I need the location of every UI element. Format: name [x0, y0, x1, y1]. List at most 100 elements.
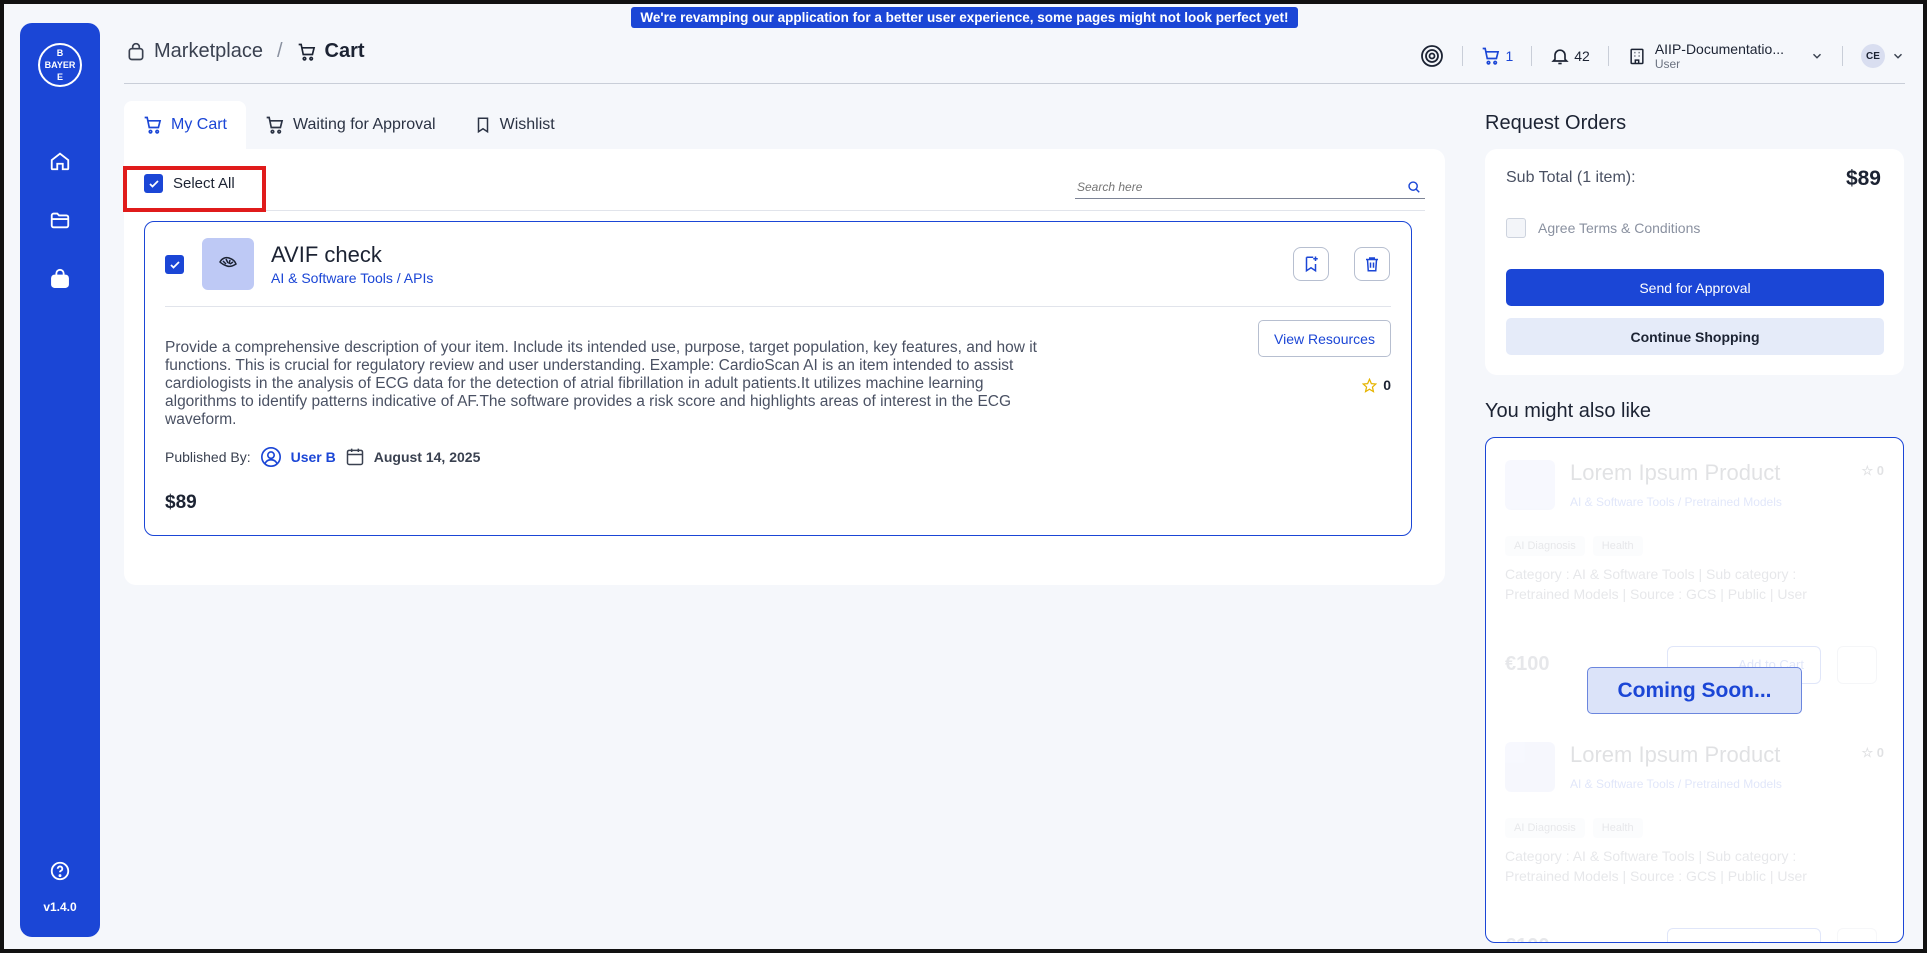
breadcrumb-separator: / — [276, 40, 283, 62]
tab-wishlist[interactable]: Wishlist — [455, 101, 574, 149]
logo-letter-bottom: E — [56, 72, 63, 82]
item-name[interactable]: AVIF check — [271, 242, 382, 268]
chevron-down-icon — [1893, 53, 1903, 59]
product-rating: ☆ 0 — [1861, 463, 1884, 478]
terms-label: Agree Terms & Conditions — [1538, 220, 1701, 236]
product-category: AI & Software Tools / Pretrained Models — [1570, 495, 1782, 509]
divider — [165, 306, 1391, 307]
product-tags: AI Diagnosis Health — [1505, 818, 1643, 838]
wishlist-button[interactable] — [1293, 247, 1329, 281]
app-version: v1.4.0 — [43, 900, 77, 914]
product-name: Lorem Ipsum Product — [1570, 460, 1781, 485]
terms-checkbox[interactable] — [1506, 218, 1526, 238]
bag-icon[interactable] — [47, 266, 73, 292]
user-circle-icon — [260, 447, 281, 467]
search-input[interactable] — [1075, 176, 1375, 198]
view-resources-button[interactable]: View Resources — [1258, 320, 1391, 357]
brain-icon — [219, 256, 237, 268]
bag-outline-icon — [128, 42, 144, 60]
item-description: Provide a comprehensive description of y… — [165, 339, 1037, 428]
check-icon — [169, 260, 180, 269]
bell-icon — [1551, 49, 1569, 65]
product-tags: AI Diagnosis Health — [1505, 536, 1643, 556]
top-header: Marketplace / Cart 1 42 AIIP-Documentati… — [124, 30, 1905, 84]
add-to-cart-button: Add to Cart — [1667, 928, 1821, 942]
chevron-down-icon — [1812, 53, 1822, 59]
divider — [144, 210, 1425, 211]
folder-icon[interactable] — [47, 207, 73, 233]
publisher-name[interactable]: User B — [291, 449, 336, 465]
product-description: Category : AI & Software Tools | Sub cat… — [1505, 566, 1807, 602]
cart-icon — [144, 116, 162, 134]
product-category: AI & Software Tools / Pretrained Models — [1570, 777, 1782, 791]
breadcrumb: Marketplace / Cart — [126, 40, 365, 63]
product-price: €100 — [1505, 653, 1550, 675]
cart-icon — [1483, 47, 1500, 65]
item-category: AI & Software Tools / APIs — [271, 270, 434, 286]
header-divider — [1462, 46, 1464, 66]
home-icon[interactable] — [47, 148, 73, 174]
item-checkbox[interactable] — [165, 255, 184, 274]
item-price: $89 — [165, 492, 197, 513]
check-icon — [148, 179, 159, 188]
order-summary: Sub Total (1 item): $89 Agree Terms & Co… — [1485, 149, 1904, 375]
search-box — [1075, 176, 1425, 199]
product-card: Lorem Ipsum Product AI & Software Tools … — [1489, 720, 1900, 942]
help-icon[interactable] — [47, 858, 73, 884]
subtotal-label: Sub Total (1 item): — [1506, 169, 1636, 186]
tag: Health — [1592, 536, 1643, 556]
cart-count: 1 — [1505, 48, 1514, 64]
notification-count: 42 — [1574, 48, 1590, 64]
breadcrumb-current: Cart — [324, 40, 365, 62]
cart-tabs: My Cart Waiting for Approval Wishlist — [124, 101, 574, 149]
rating-value: 0 — [1876, 745, 1884, 760]
product-name: Lorem Ipsum Product — [1570, 742, 1781, 767]
cart-item: AVIF check AI & Software Tools / APIs Vi… — [144, 221, 1412, 536]
rating-value: 0 — [1383, 377, 1391, 393]
bookmark-plus-icon — [1305, 256, 1318, 273]
org-name: AIIP-Documentatio... — [1654, 41, 1784, 57]
breadcrumb-marketplace[interactable]: Marketplace — [154, 40, 263, 63]
terms-agreement[interactable]: Agree Terms & Conditions — [1506, 218, 1700, 238]
header-cart-button[interactable]: 1 — [1481, 46, 1513, 66]
header-divider — [1842, 46, 1843, 66]
tab-label: Waiting for Approval — [293, 116, 436, 133]
user-menu[interactable]: CE — [1861, 44, 1905, 68]
sidebar: B BAYER E v1.4.0 — [20, 23, 100, 937]
header-divider — [1531, 46, 1533, 66]
cart-clock-icon — [266, 116, 284, 134]
org-role: User — [1654, 57, 1681, 71]
delete-button[interactable] — [1354, 247, 1390, 281]
bookmark-icon — [477, 117, 488, 134]
announcement-banner: We're revamping our application for a be… — [631, 7, 1298, 28]
header-divider — [1607, 46, 1609, 66]
logo-text: BAYER — [44, 60, 76, 70]
rating-value: 0 — [1876, 463, 1884, 478]
tab-label: Wishlist — [499, 116, 555, 133]
product-thumbnail — [1505, 460, 1555, 510]
tab-waiting-for-approval[interactable]: Waiting for Approval — [246, 101, 455, 149]
tag: AI Diagnosis — [1505, 818, 1585, 838]
bookmark-button — [1837, 928, 1877, 942]
continue-shopping-button[interactable]: Continue Shopping — [1506, 318, 1884, 355]
select-all-checkbox[interactable] — [144, 174, 163, 193]
search-icon[interactable] — [1407, 180, 1421, 194]
org-switcher[interactable]: AIIP-Documentatio... User — [1627, 41, 1824, 71]
notifications-button[interactable]: 42 — [1550, 46, 1590, 66]
building-icon — [1630, 48, 1644, 65]
published-info: Published By: User B August 14, 2025 — [165, 446, 480, 468]
send-for-approval-button[interactable]: Send for Approval — [1506, 269, 1884, 306]
bayer-logo[interactable]: B BAYER E — [38, 43, 82, 87]
published-date: August 14, 2025 — [373, 449, 481, 465]
subtotal-value: $89 — [1845, 167, 1881, 190]
tab-my-cart[interactable]: My Cart — [124, 101, 246, 149]
suggestions-title: You might also like — [1485, 400, 1652, 422]
header-actions: 1 42 AIIP-Documentatio... User CE — [1420, 38, 1905, 74]
cart-panel: Select All AVIF check AI & Software Tool… — [124, 149, 1445, 585]
item-thumbnail — [202, 238, 254, 290]
select-all-label: Select All — [173, 175, 235, 192]
target-icon[interactable] — [1420, 44, 1444, 68]
select-all[interactable]: Select All — [144, 174, 235, 193]
calendar-icon — [346, 448, 363, 466]
item-rating: 0 — [1362, 377, 1391, 393]
